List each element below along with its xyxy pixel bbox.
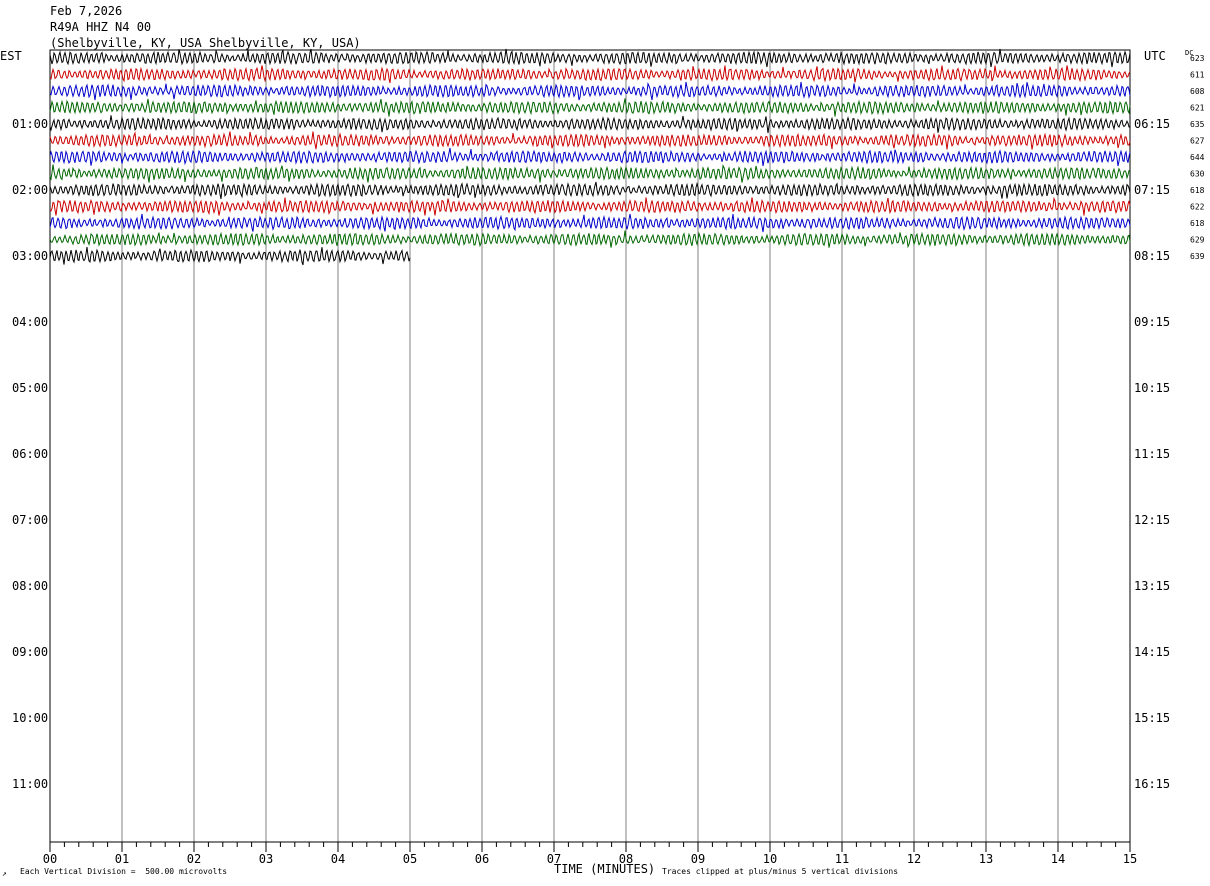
x-tick-label: 15: [1123, 852, 1137, 866]
seismic-trace: [49, 98, 1131, 117]
dc-offset-label: 627: [1190, 137, 1205, 146]
hour-label-left: 07:00: [12, 513, 48, 527]
hour-label-right: 15:15: [1134, 711, 1170, 725]
hour-label-left: 10:00: [12, 711, 48, 725]
x-tick-label: 03: [259, 852, 273, 866]
x-tick-label: 10: [763, 852, 777, 866]
seismic-trace: [49, 81, 1131, 101]
seismic-trace: [49, 65, 1131, 84]
hour-label-left: 05:00: [12, 381, 48, 395]
seismic-trace: [49, 181, 1131, 200]
x-tick-label: 02: [187, 852, 201, 866]
dc-offset-label: 618: [1190, 219, 1205, 228]
seismic-trace: [49, 213, 1131, 233]
x-tick-label: 06: [475, 852, 489, 866]
hour-label-right: 14:15: [1134, 645, 1170, 659]
dc-offset-label: 635: [1190, 120, 1205, 129]
hour-label-right: 12:15: [1134, 513, 1170, 527]
seismic-trace: [49, 147, 1131, 167]
x-tick-label: 13: [979, 852, 993, 866]
seismic-trace: [49, 164, 1131, 183]
scale-note: Each Vertical Division = 500.00 microvol…: [20, 867, 228, 876]
hour-label-left: 08:00: [12, 579, 48, 593]
plot-frame: [49, 49, 1131, 843]
hour-label-right: 09:15: [1134, 315, 1170, 329]
x-tick-label: 14: [1051, 852, 1065, 866]
hour-label-left: 03:00: [12, 249, 48, 263]
dc-offset-label: 611: [1190, 71, 1205, 80]
hour-label-left: 09:00: [12, 645, 48, 659]
dc-offset-label: 639: [1190, 252, 1205, 261]
x-tick-label: 04: [331, 852, 345, 866]
dc-offset-label: 618: [1190, 186, 1205, 195]
hour-label-right: 16:15: [1134, 777, 1170, 791]
hour-label-right: 10:15: [1134, 381, 1170, 395]
hour-label-left: 02:00: [12, 183, 48, 197]
corner-arrow-icon: ↗: [2, 869, 7, 878]
hour-label-left: 04:00: [12, 315, 48, 329]
x-tick-label: 09: [691, 852, 705, 866]
seismic-trace: [49, 131, 1131, 150]
dc-offset-label: 621: [1190, 104, 1205, 113]
seismic-trace: [49, 196, 1131, 216]
x-tick-label: 00: [43, 852, 57, 866]
dc-offset-label: 629: [1190, 236, 1205, 245]
hour-label-left: 11:00: [12, 777, 48, 791]
clip-note: Traces clipped at plus/minus 5 vertical …: [662, 867, 899, 876]
dc-offset-label: 623: [1190, 54, 1205, 63]
seismic-trace: [49, 115, 1131, 134]
x-tick-label: 11: [835, 852, 849, 866]
x-tick-label: 05: [403, 852, 417, 866]
seismic-trace: [49, 48, 1131, 68]
x-tick-label: 01: [115, 852, 129, 866]
dc-offset-label: 630: [1190, 170, 1205, 179]
seismic-trace: [49, 230, 1131, 249]
dc-offset-label: 644: [1190, 153, 1205, 162]
hour-label-right: 07:15: [1134, 183, 1170, 197]
dc-offset-label: 622: [1190, 203, 1205, 212]
hour-label-right: 08:15: [1134, 249, 1170, 263]
hour-label-right: 06:15: [1134, 117, 1170, 131]
hour-label-left: 01:00: [12, 117, 48, 131]
hour-label-right: 13:15: [1134, 579, 1170, 593]
hour-label-left: 06:00: [12, 447, 48, 461]
seismogram-chart: 00 01 02 03 04 05 06 07 08 09 10 11 12 13 14 1501:0002:…: [12, 48, 1205, 866]
x-tick-label: 12: [907, 852, 921, 866]
dc-offset-label: 608: [1190, 87, 1205, 96]
x-axis-title: TIME (MINUTES): [554, 862, 656, 876]
seismic-trace: [49, 246, 411, 266]
hour-label-right: 11:15: [1134, 447, 1170, 461]
